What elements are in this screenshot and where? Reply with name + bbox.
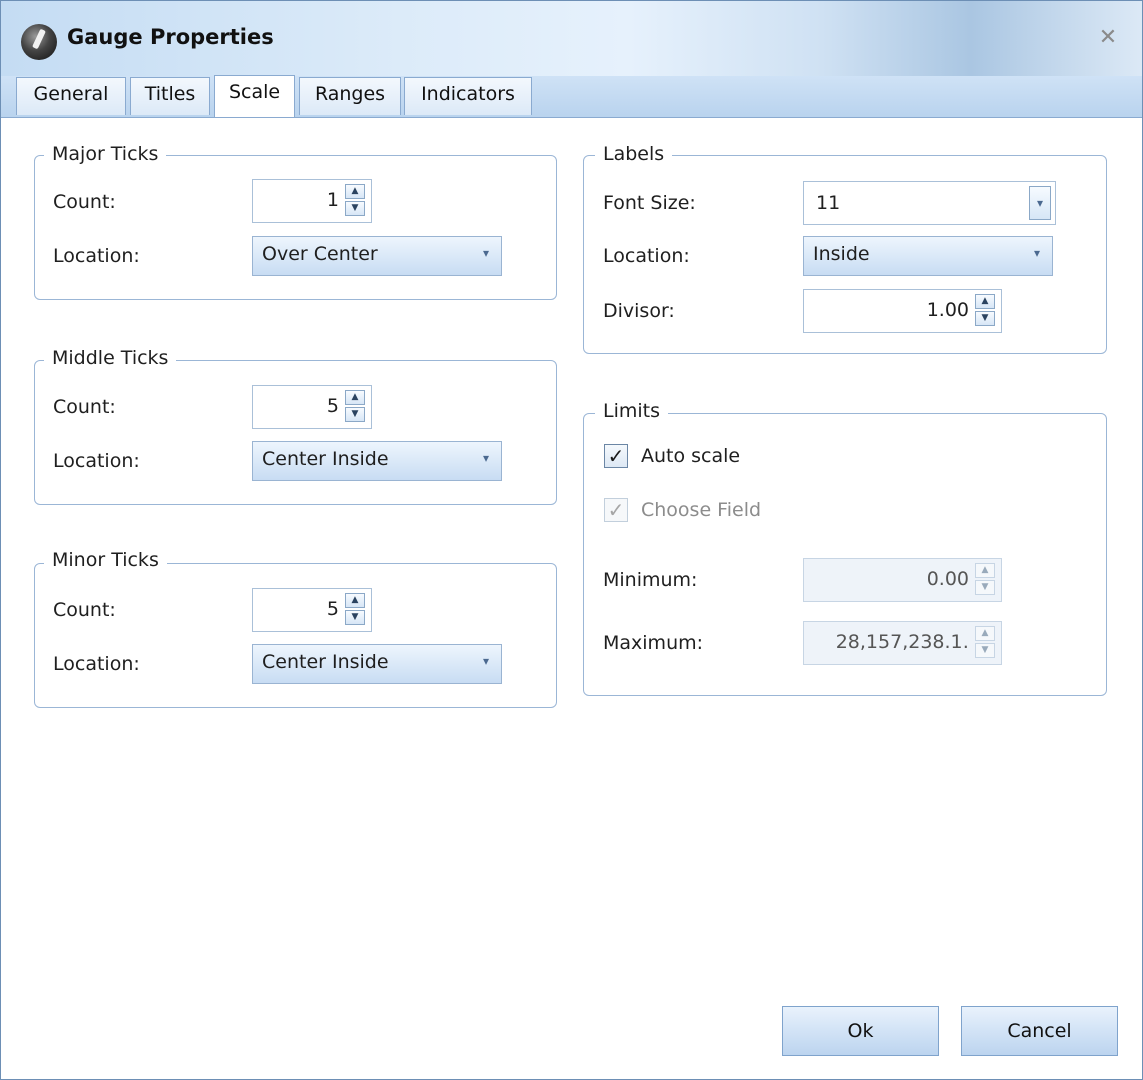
- major-count-spinner[interactable]: 1 ▲ ▼: [252, 179, 372, 223]
- maximum-spinner: 28,157,238.1․ ▲ ▼: [803, 621, 1002, 665]
- major-count-label: Count:: [53, 191, 116, 213]
- minor-location-dropdown[interactable]: Center Inside ▾: [252, 644, 502, 684]
- labels-location-value: Inside: [813, 243, 870, 265]
- spin-up-icon[interactable]: ▲: [345, 593, 365, 608]
- major-count-value: 1: [326, 189, 339, 211]
- minor-location-label: Location:: [53, 653, 140, 675]
- tab-ranges[interactable]: Ranges: [299, 77, 401, 115]
- checkmark-icon: ✓: [607, 498, 625, 522]
- spin-down-icon[interactable]: ▼: [345, 610, 365, 625]
- middle-count-label: Count:: [53, 396, 116, 418]
- minor-ticks-legend: Minor Ticks: [44, 549, 167, 571]
- divisor-label: Divisor:: [603, 300, 675, 322]
- middle-ticks-legend: Middle Ticks: [44, 347, 177, 369]
- font-size-value: 11: [816, 192, 841, 214]
- minimum-spinner: 0.00 ▲ ▼: [803, 558, 1002, 602]
- minor-count-spinner[interactable]: 5 ▲ ▼: [252, 588, 372, 632]
- chevron-down-icon: ▾: [482, 654, 489, 668]
- minor-count-label: Count:: [53, 599, 116, 621]
- title-bar[interactable]: Gauge Properties ✕: [1, 1, 1142, 76]
- middle-count-value: 5: [326, 395, 339, 417]
- tab-scale[interactable]: Scale: [214, 75, 295, 117]
- labels-location-dropdown[interactable]: Inside ▾: [803, 236, 1053, 276]
- divisor-spinner[interactable]: 1.00 ▲ ▼: [803, 289, 1002, 333]
- choose-field-checkbox: ✓: [604, 498, 628, 522]
- major-location-dropdown[interactable]: Over Center ▾: [252, 236, 502, 276]
- gauge-icon: [21, 24, 57, 60]
- minimum-value: 0.00: [926, 568, 969, 590]
- close-icon[interactable]: ✕: [1096, 26, 1120, 50]
- maximum-label: Maximum:: [603, 632, 704, 654]
- minor-location-value: Center Inside: [262, 651, 389, 673]
- chevron-down-icon[interactable]: ▾: [1029, 186, 1051, 220]
- window-title: Gauge Properties: [67, 25, 274, 49]
- chevron-down-icon: ▾: [482, 246, 489, 260]
- limits-legend: Limits: [595, 400, 668, 422]
- middle-location-value: Center Inside: [262, 448, 389, 470]
- major-location-value: Over Center: [262, 243, 378, 265]
- gauge-properties-dialog: Gauge Properties ✕ General Titles Scale …: [0, 0, 1143, 1080]
- minor-ticks-group: [34, 563, 557, 708]
- chevron-down-icon: ▾: [482, 451, 489, 465]
- spin-down-icon: ▼: [975, 643, 995, 658]
- spin-down-icon: ▼: [975, 580, 995, 595]
- spin-up-icon[interactable]: ▲: [345, 184, 365, 199]
- spin-down-icon[interactable]: ▼: [345, 407, 365, 422]
- font-size-dropdown[interactable]: 11 ▾: [803, 181, 1056, 225]
- cancel-button[interactable]: Cancel: [961, 1006, 1118, 1056]
- middle-location-label: Location:: [53, 450, 140, 472]
- tab-titles[interactable]: Titles: [130, 77, 210, 115]
- major-location-label: Location:: [53, 245, 140, 267]
- choose-field-label: Choose Field: [641, 499, 762, 521]
- minimum-label: Minimum:: [603, 569, 698, 591]
- ok-button[interactable]: Ok: [782, 1006, 939, 1056]
- maximum-value: 28,157,238.1․: [835, 631, 969, 653]
- spin-up-icon[interactable]: ▲: [975, 294, 995, 309]
- spin-down-icon[interactable]: ▼: [975, 311, 995, 326]
- checkmark-icon: ✓: [607, 444, 625, 468]
- font-size-label: Font Size:: [603, 192, 696, 214]
- spin-down-icon[interactable]: ▼: [345, 201, 365, 216]
- divisor-value: 1.00: [926, 299, 969, 321]
- major-ticks-legend: Major Ticks: [44, 143, 167, 165]
- tab-general[interactable]: General: [16, 77, 126, 115]
- major-ticks-group: [34, 155, 557, 300]
- labels-legend: Labels: [595, 143, 673, 165]
- middle-ticks-group: [34, 360, 557, 505]
- minor-count-value: 5: [326, 598, 339, 620]
- auto-scale-checkbox[interactable]: ✓: [604, 444, 628, 468]
- middle-count-spinner[interactable]: 5 ▲ ▼: [252, 385, 372, 429]
- spin-up-icon: ▲: [975, 563, 995, 578]
- tab-indicators[interactable]: Indicators: [404, 77, 532, 115]
- auto-scale-label[interactable]: Auto scale: [641, 445, 740, 467]
- spin-up-icon: ▲: [975, 626, 995, 641]
- middle-location-dropdown[interactable]: Center Inside ▾: [252, 441, 502, 481]
- chevron-down-icon: ▾: [1033, 246, 1040, 260]
- labels-location-label: Location:: [603, 245, 690, 267]
- spin-up-icon[interactable]: ▲: [345, 390, 365, 405]
